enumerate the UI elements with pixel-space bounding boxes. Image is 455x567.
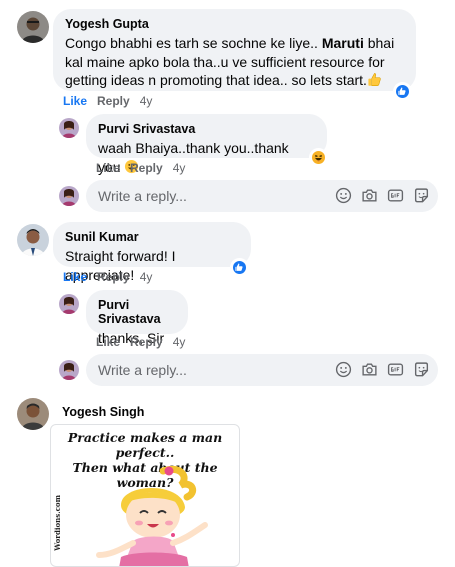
like-reaction-icon[interactable]	[394, 83, 411, 100]
emoji-icon[interactable]	[335, 361, 352, 378]
image-watermark: Wordions.com	[53, 495, 62, 551]
reply-toolbar	[335, 187, 430, 204]
avatar-purvi-srivastava[interactable]	[59, 294, 79, 314]
avatar-current-user	[59, 186, 79, 206]
comment-image[interactable]: Practice makes a man perfect.. Then what…	[50, 424, 240, 567]
reply-bubble: Purvi Srivastava thanks, Sir	[86, 290, 188, 346]
avatar-sunil-kumar[interactable]	[17, 224, 49, 256]
reply-author[interactable]: Purvi Srivastava	[98, 122, 315, 136]
haha-reaction-icon[interactable]	[310, 149, 327, 166]
timestamp[interactable]: 4y	[140, 270, 153, 284]
comment-author[interactable]: Yogesh Gupta	[65, 17, 404, 31]
avatar-yogesh-gupta[interactable]	[17, 11, 49, 43]
camera-icon[interactable]	[361, 361, 378, 378]
avatar-yogesh-singh[interactable]	[17, 398, 49, 430]
comment-author[interactable]: Yogesh Singh	[62, 405, 144, 419]
like-button[interactable]: Like	[63, 270, 87, 284]
cartoon-girl-illustration	[96, 466, 208, 566]
thumbs-up-emoji	[367, 72, 382, 87]
like-button[interactable]: Like	[63, 94, 87, 108]
reply-button[interactable]: Reply	[97, 270, 130, 284]
timestamp[interactable]: 4y	[173, 335, 186, 349]
like-button[interactable]: Like	[96, 335, 120, 349]
reply-actions: Like Reply 4y	[96, 335, 195, 349]
reply-toolbar	[335, 361, 430, 378]
camera-icon[interactable]	[361, 187, 378, 204]
comment-actions: Like Reply 4y	[63, 94, 162, 108]
reply-author[interactable]: Purvi Srivastava	[98, 298, 176, 326]
sticker-icon[interactable]	[413, 361, 430, 378]
reply-button[interactable]: Reply	[130, 335, 163, 349]
reply-input[interactable]: Write a reply...	[86, 354, 438, 386]
reply-input[interactable]: Write a reply...	[86, 180, 438, 212]
reply-placeholder: Write a reply...	[98, 188, 187, 204]
avatar-current-user	[59, 360, 79, 380]
timestamp[interactable]: 4y	[140, 94, 153, 108]
gif-icon[interactable]	[387, 187, 404, 204]
comment-bubble: Yogesh Gupta Congo bhabhi es tarh se soc…	[53, 9, 416, 91]
avatar-purvi-srivastava[interactable]	[59, 118, 79, 138]
reply-button[interactable]: Reply	[130, 161, 163, 175]
comment-author[interactable]: Sunil Kumar	[65, 230, 239, 244]
sticker-icon[interactable]	[413, 187, 430, 204]
reply-bubble: Purvi Srivastava waah Bhaiya..thank you.…	[86, 114, 327, 175]
like-button[interactable]: Like	[96, 161, 120, 175]
reply-actions: Like Reply 4y	[96, 161, 195, 175]
mention-link[interactable]: Maruti	[322, 35, 364, 51]
emoji-icon[interactable]	[335, 187, 352, 204]
gif-icon[interactable]	[387, 361, 404, 378]
comment-bubble: Sunil Kumar Straight forward! I apprecia…	[53, 222, 251, 283]
reply-placeholder: Write a reply...	[98, 362, 187, 378]
timestamp[interactable]: 4y	[173, 161, 186, 175]
comment-text: Congo bhabhi es tarh se sochne ke liye..…	[65, 35, 395, 88]
reply-button[interactable]: Reply	[97, 94, 130, 108]
comment-actions: Like Reply 4y	[63, 270, 162, 284]
like-reaction-icon[interactable]	[231, 259, 248, 276]
